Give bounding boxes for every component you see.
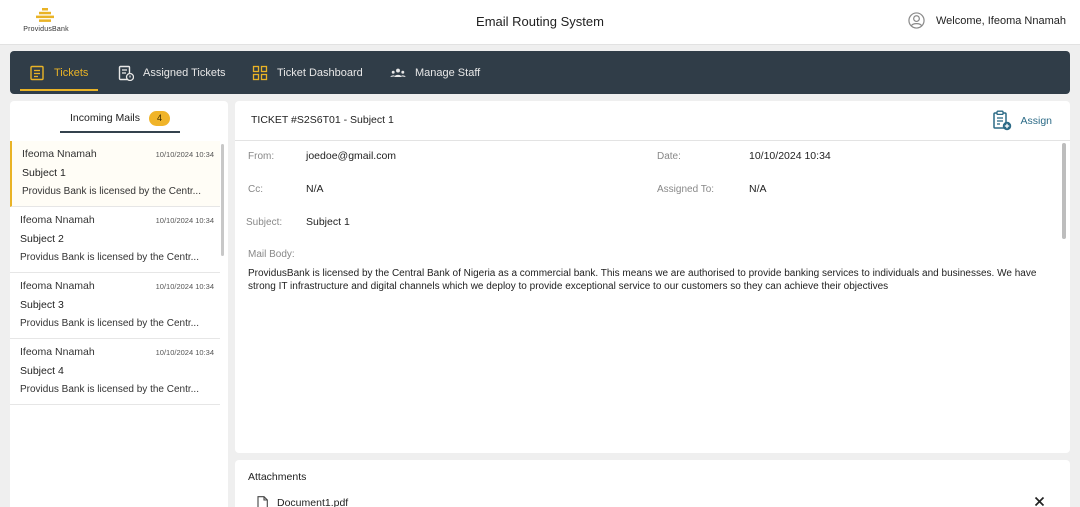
mail-date: 10/10/2024 10:34 [155,282,214,291]
incoming-mails-panel: Incoming Mails 4 Ifeoma Nnamah 10/10/202… [10,101,228,507]
ticket-header: TICKET #S2S6T01 - Subject 1 Assign [235,101,1070,141]
staff-group-icon [390,68,406,77]
main-nav: Tickets Assigned Tickets Ticket Dashboar… [10,51,1070,94]
assigned-to-label: Assigned To: [657,184,715,195]
attachments-panel: Attachments Document1.pdf [235,460,1070,507]
mail-date: 10/10/2024 10:34 [155,150,214,159]
mail-count-badge: 4 [149,110,171,126]
ticket-detail-panel: TICKET #S2S6T01 - Subject 1 Assign From:… [235,101,1070,453]
app-title: Email Routing System [476,14,604,29]
from-value: joedoe@gmail.com [306,150,397,162]
mail-body-label: Mail Body: [248,249,295,260]
nav-assigned-tickets-label: Assigned Tickets [143,66,226,79]
nav-ticket-dashboard-label: Ticket Dashboard [277,66,363,79]
cc-label: Cc: [248,184,263,195]
mail-sender: Ifeoma Nnamah [20,280,95,292]
assigned-to-value: N/A [749,183,767,195]
assign-clipboard-icon [993,110,1012,131]
user-menu[interactable]: Welcome, Ifeoma Nnamah [908,12,1066,29]
attachment-item[interactable]: Document1.pdf [257,496,348,507]
mail-subject: Subject 3 [20,299,64,311]
mail-subject: Subject 4 [20,365,64,377]
mail-preview: Providus Bank is licensed by the Centr..… [22,186,201,197]
tab-incoming-mails[interactable]: Incoming Mails 4 [60,105,180,133]
mail-preview: Providus Bank is licensed by the Centr..… [20,318,199,329]
assign-button[interactable]: Assign [993,110,1052,131]
from-label: From: [248,151,275,162]
ticket-list-icon [30,65,44,80]
mail-list-item[interactable]: Ifeoma Nnamah 10/10/2024 10:34 Subject 1… [10,141,220,207]
mail-list-item[interactable]: Ifeoma Nnamah 10/10/2024 10:34 Subject 2… [10,207,220,273]
assign-button-label: Assign [1020,114,1052,127]
logo-text: ProvidusBank [23,26,69,33]
mail-sender: Ifeoma Nnamah [20,346,95,358]
mail-subject: Subject 1 [22,167,66,179]
mail-list: Ifeoma Nnamah 10/10/2024 10:34 Subject 1… [10,141,220,405]
date-label: Date: [657,151,681,162]
providus-logo[interactable]: ProvidusBank [14,8,78,38]
nav-tickets[interactable]: Tickets [29,51,88,94]
attachments-title: Attachments [248,471,307,483]
mail-preview: Providus Bank is licensed by the Centr..… [20,252,199,263]
nav-assigned-tickets[interactable]: Assigned Tickets [118,51,226,94]
top-header: ProvidusBank Email Routing System Welcom… [0,0,1080,45]
mail-sender: Ifeoma Nnamah [22,148,97,160]
mail-preview: Providus Bank is licensed by the Centr..… [20,384,199,395]
mail-subject: Subject 2 [20,233,64,245]
subject-value: Subject 1 [306,216,350,228]
providus-logo-icon [36,8,54,22]
nav-manage-staff[interactable]: Manage Staff [390,51,480,94]
close-icon[interactable] [1034,496,1045,507]
incoming-mails-label: Incoming Mails [69,112,141,124]
mail-list-scrollbar[interactable] [221,144,224,256]
dashboard-grid-icon [252,65,268,80]
mail-list-item[interactable]: Ifeoma Nnamah 10/10/2024 10:34 Subject 4… [10,339,220,405]
cc-value: N/A [306,183,324,195]
nav-ticket-dashboard[interactable]: Ticket Dashboard [252,51,363,94]
ticket-scrollbar[interactable] [1062,143,1066,239]
mail-list-item[interactable]: Ifeoma Nnamah 10/10/2024 10:34 Subject 3… [10,273,220,339]
date-value: 10/10/2024 10:34 [749,150,831,162]
attachment-name: Document1.pdf [277,496,349,507]
subject-label: Subject: [246,217,283,228]
file-icon [257,496,268,507]
nav-tickets-label: Tickets [54,66,89,79]
user-avatar-icon [908,12,925,29]
mail-date: 10/10/2024 10:34 [155,348,214,357]
welcome-text: Welcome, Ifeoma Nnamah [935,14,1066,27]
assigned-ticket-icon [118,65,134,81]
mail-date: 10/10/2024 10:34 [155,216,214,225]
mail-body-text: ProvidusBank is licensed by the Central … [248,268,1037,292]
ticket-title: TICKET #S2S6T01 - Subject 1 [251,114,394,126]
mail-sender: Ifeoma Nnamah [20,214,95,226]
nav-manage-staff-label: Manage Staff [415,66,481,79]
nav-active-underline [20,89,98,91]
